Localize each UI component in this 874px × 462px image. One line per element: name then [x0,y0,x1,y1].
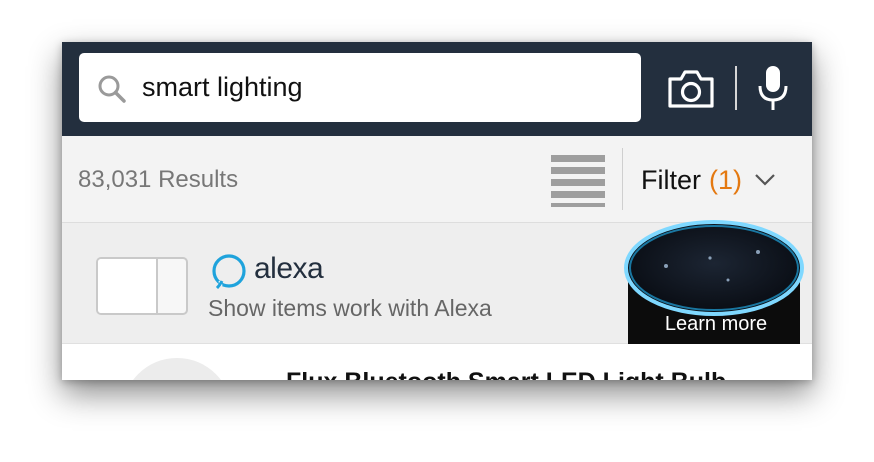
alexa-subtitle: Show items work with Alexa [208,295,492,321]
alexa-logo-icon [212,254,246,289]
camera-icon[interactable] [666,69,716,109]
results-toolbar: 83,031 Results Filter (1) [62,136,812,223]
alexa-banner: alexa Show items work with Alexa Learn m… [62,220,812,346]
header-divider [735,66,737,110]
toggle-knob [98,259,158,313]
app-screen: 83,031 Results Filter (1) alexa [62,42,812,380]
alexa-toggle[interactable] [96,257,188,315]
microphone-icon[interactable] [755,64,791,112]
filter-button[interactable]: Filter (1) [641,162,776,198]
list-view-icon[interactable] [551,153,605,207]
learn-more-link[interactable]: Learn more [628,313,804,336]
toolbar-divider [622,148,623,210]
product-list-item[interactable]: Flux Bluetooth Smart LED Light Bulb [62,344,812,380]
filter-count-badge: (1) [709,164,742,195]
alexa-wordmark: alexa [254,252,324,285]
product-thumbnail [122,358,232,380]
product-title[interactable]: Flux Bluetooth Smart LED Light Bulb [286,368,726,380]
filter-label: Filter [641,164,701,195]
search-box[interactable] [79,53,641,122]
search-header [62,42,812,136]
results-count: 83,031 Results [78,166,239,193]
chevron-down-icon [755,174,775,186]
search-input[interactable] [142,65,622,109]
search-icon [98,75,126,103]
